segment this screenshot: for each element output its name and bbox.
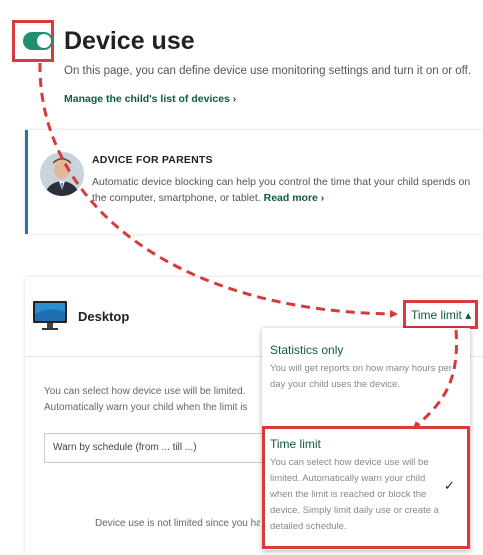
toggle-knob [37,34,51,48]
option-time-limit-desc: You can select how device use will be li… [270,457,439,532]
advice-heading: ADVICE FOR PARENTS [92,154,213,166]
device-name: Desktop [78,309,130,324]
option-statistics-only-desc: You will get reports on how many hours p… [270,363,452,390]
device-limit-description: You can select how device use will be li… [44,386,248,413]
read-more-link[interactable]: Read more › [264,192,325,204]
advisor-avatar [40,152,84,196]
checkmark-icon: ✓ [444,478,455,493]
page-title: Device use [64,27,195,55]
advice-body: Automatic device blocking can help you c… [92,174,477,206]
warn-schedule-select[interactable]: Warn by schedule (from ... till ...) [44,433,266,463]
manage-devices-link[interactable]: Manage the child's list of devices › [64,93,236,105]
page-subtitle: On this page, you can define device use … [64,65,472,77]
device-use-toggle[interactable] [23,32,53,50]
option-statistics-only[interactable]: Statistics only [270,343,343,357]
option-time-limit[interactable]: Time limit [270,437,321,451]
time-limit-dropdown-trigger[interactable]: Time limit ▴ [411,308,471,322]
monitor-icon [32,298,68,334]
device-use-note: Device use is not limited since you have [95,518,260,529]
